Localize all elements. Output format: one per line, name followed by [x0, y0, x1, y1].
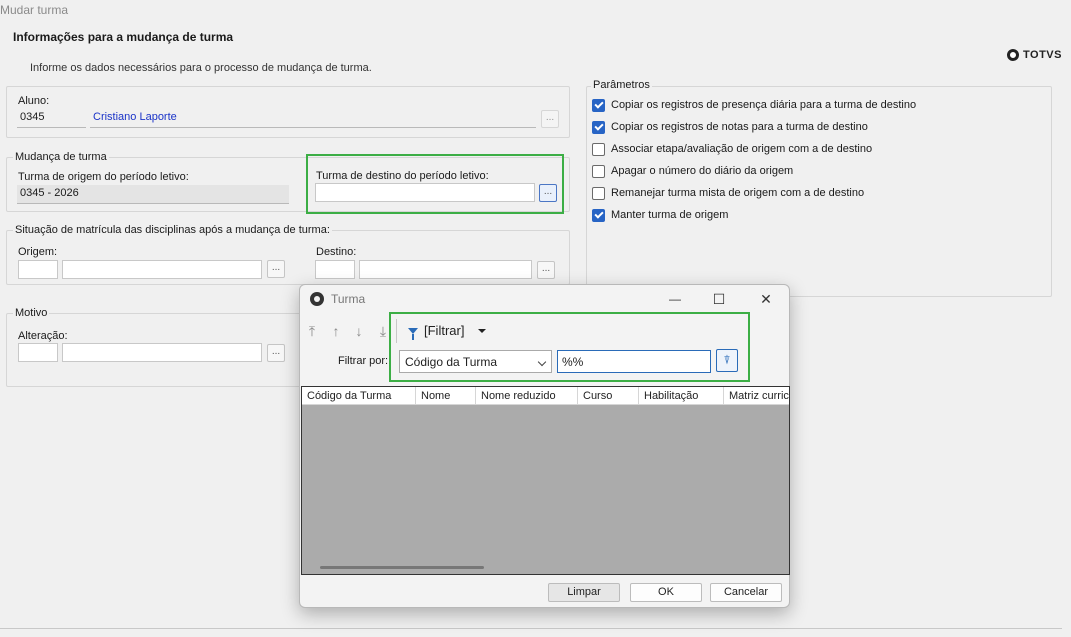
parametros-list: Copiar os registros de presença diária p… — [592, 94, 1042, 226]
situacao-destino-desc-field[interactable] — [359, 260, 532, 279]
filter-field-select[interactable]: Código da Turma — [399, 350, 552, 373]
param-copiar-notas[interactable]: Copiar os registros de notas para a turm… — [592, 116, 1042, 138]
checkbox-checked[interactable] — [592, 120, 605, 134]
checkbox-unchecked[interactable] — [592, 164, 605, 178]
param-label: Associar etapa/avaliação de origem com a… — [611, 143, 873, 155]
situacao-origem-code-field[interactable] — [18, 260, 58, 279]
situacao-destino-lookup-button[interactable]: ... — [537, 261, 555, 279]
situacao-group-label: Situação de matrícula das disciplinas ap… — [13, 224, 332, 236]
limpar-button[interactable]: Limpar — [548, 583, 620, 602]
apply-filter-icon: ⍒ — [723, 353, 731, 367]
next-record-icon[interactable]: ↓ — [351, 323, 367, 339]
param-label: Remanejar turma mista de origem com a de… — [611, 187, 865, 199]
checkbox-checked[interactable] — [592, 98, 605, 112]
aluno-code-field[interactable]: 0345 — [17, 109, 86, 128]
first-record-icon[interactable]: ⤒ — [304, 323, 320, 340]
bottom-divider — [0, 628, 1062, 629]
totvs-logo: TOTVS — [1007, 49, 1062, 61]
checkbox-unchecked[interactable] — [592, 142, 605, 156]
alteracao-code-field[interactable] — [18, 343, 58, 362]
param-label: Copiar os registros de presença diária p… — [611, 99, 917, 111]
dialog-titlebar: Turma — [310, 292, 365, 306]
dialog-title: Turma — [331, 292, 366, 306]
filter-icon — [408, 327, 418, 340]
param-apagar-diario[interactable]: Apagar o número do diário da origem — [592, 160, 1042, 182]
turma-destino-field[interactable] — [315, 183, 535, 202]
chevron-down-icon — [537, 357, 547, 367]
ok-button[interactable]: OK — [630, 583, 702, 602]
close-button[interactable]: ✕ — [751, 289, 781, 309]
results-grid[interactable]: Código da Turma Nome Nome reduzido Curso… — [301, 386, 790, 575]
turma-destino-lookup-button[interactable]: ... — [539, 184, 557, 202]
toolbar-separator — [396, 319, 397, 343]
turma-origem-field[interactable]: 0345 - 2026 — [17, 185, 289, 204]
caret-down-icon — [478, 328, 487, 333]
situacao-destino-label: Destino: — [316, 246, 357, 258]
previous-record-icon[interactable]: ↑ — [328, 323, 344, 339]
filtrar-label: [Filtrar] — [424, 323, 465, 338]
param-copiar-presenca[interactable]: Copiar os registros de presença diária p… — [592, 94, 1042, 116]
turma-destino-label: Turma de destino do período letivo: — [316, 170, 489, 182]
totvs-logo-icon — [1007, 49, 1019, 61]
alteracao-desc-field[interactable] — [62, 343, 262, 362]
alteracao-lookup-button[interactable]: ... — [267, 344, 285, 362]
aluno-name-field[interactable]: Cristiano Laporte — [90, 109, 536, 128]
totvs-app-icon — [310, 292, 324, 306]
filtrar-dropdown-button[interactable]: [Filtrar] — [408, 323, 487, 340]
cancelar-button[interactable]: Cancelar — [710, 583, 782, 602]
minimize-button[interactable]: — — [660, 289, 690, 309]
filter-by-label: Filtrar por: — [338, 355, 389, 367]
column-header[interactable]: Nome reduzido — [476, 387, 578, 405]
filter-value-input[interactable]: %% — [557, 350, 711, 373]
instructions-text: Informe os dados necessários para o proc… — [30, 62, 372, 74]
aluno-lookup-button[interactable]: ... — [541, 110, 559, 128]
param-label: Manter turma de origem — [611, 209, 729, 221]
column-header[interactable]: Nome — [416, 387, 476, 405]
situacao-origem-label: Origem: — [18, 246, 58, 258]
param-label: Copiar os registros de notas para a turm… — [611, 121, 868, 133]
totvs-logo-text: TOTVS — [1023, 49, 1062, 61]
filter-field-value: Código da Turma — [405, 355, 498, 369]
param-associar-etapa[interactable]: Associar etapa/avaliação de origem com a… — [592, 138, 1042, 160]
aluno-label: Aluno: — [18, 95, 50, 107]
situacao-origem-lookup-button[interactable]: ... — [267, 260, 285, 278]
window-title: Mudar turma — [0, 3, 69, 17]
horizontal-scrollbar[interactable] — [320, 566, 484, 569]
parametros-group-label: Parâmetros — [591, 79, 652, 91]
turma-origem-label: Turma de origem do período letivo: — [18, 171, 189, 183]
page-title: Informações para a mudança de turma — [13, 30, 234, 44]
param-manter-origem[interactable]: Manter turma de origem — [592, 204, 1042, 226]
motivo-group-label: Motivo — [13, 307, 50, 319]
checkbox-unchecked[interactable] — [592, 186, 605, 200]
situacao-destino-code-field[interactable] — [315, 260, 355, 279]
turma-dialog: Turma — ☐ ✕ ⤒ ↑ ↓ ⤓ [Filtrar] Filtrar po… — [299, 284, 790, 608]
maximize-button[interactable]: ☐ — [704, 289, 734, 309]
apply-filter-button[interactable]: ⍒ — [716, 349, 738, 372]
param-remanejar-mista[interactable]: Remanejar turma mista de origem com a de… — [592, 182, 1042, 204]
alteracao-label: Alteração: — [18, 330, 68, 342]
column-header[interactable]: Curso — [578, 387, 639, 405]
checkbox-checked[interactable] — [592, 208, 605, 222]
situacao-origem-desc-field[interactable] — [62, 260, 262, 279]
column-header[interactable]: Habilitação — [639, 387, 724, 405]
column-header[interactable]: Código da Turma — [302, 387, 416, 405]
column-header[interactable]: Matriz curricu — [724, 387, 789, 405]
param-label: Apagar o número do diário da origem — [611, 165, 794, 177]
grid-header: Código da Turma Nome Nome reduzido Curso… — [302, 387, 789, 405]
mudanca-group-label: Mudança de turma — [13, 151, 109, 163]
